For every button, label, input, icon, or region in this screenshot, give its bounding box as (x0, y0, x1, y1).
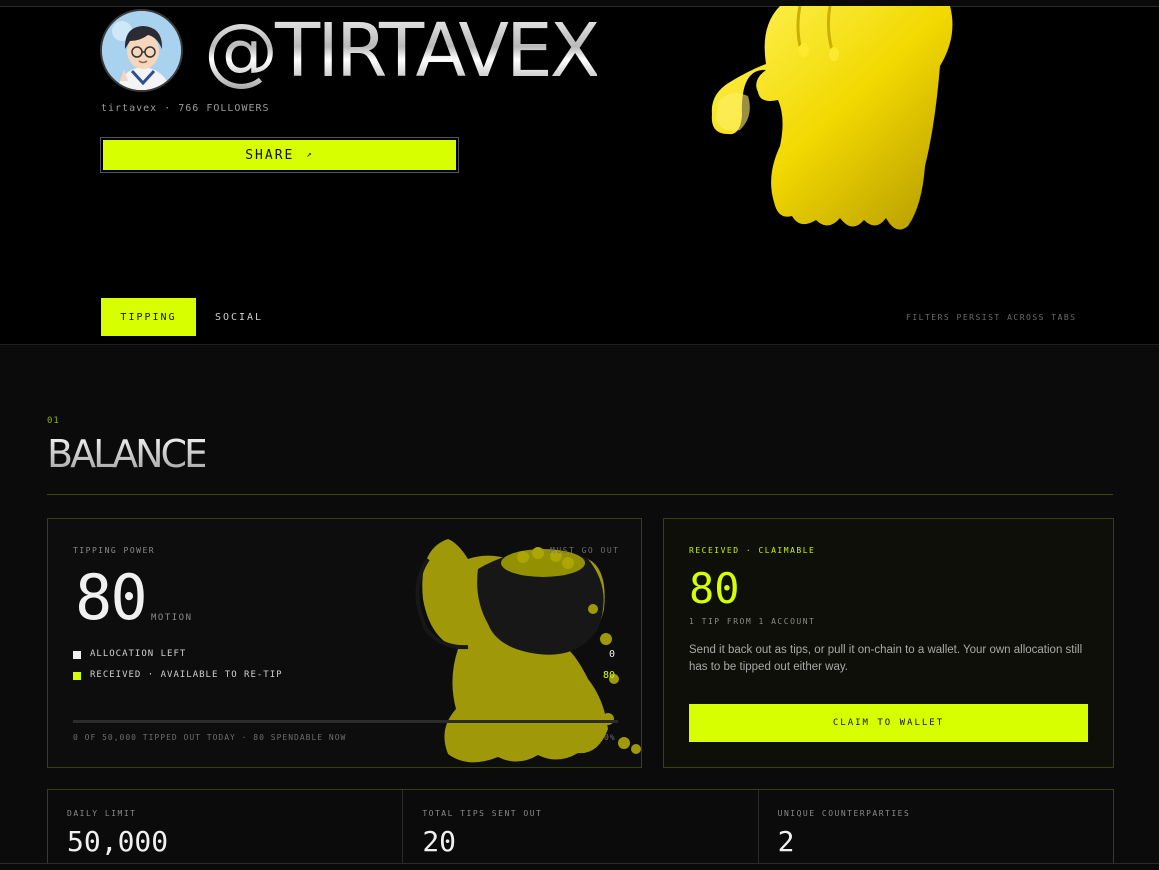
stat-daily-limit: DAILY LIMIT 50,000 (48, 790, 404, 870)
tipping-power-label: TIPPING POWER (73, 546, 156, 555)
claimable-sub: 1 TIP FROM 1 ACCOUNT (689, 617, 816, 626)
tipping-power-value: 80 (75, 561, 148, 634)
profile-meta: tirtavex · 766 FOLLOWERS (101, 103, 270, 114)
allocation-legend-swatch (73, 651, 81, 659)
stat-label: DAILY LIMIT (67, 809, 137, 818)
section-title: BALANCE (47, 432, 208, 476)
followers-count[interactable]: 766 FOLLOWERS (178, 103, 269, 114)
stat-total-tips: TOTAL TIPS SENT OUT 20 (403, 790, 759, 870)
tipping-power-unit: MOTION (151, 613, 193, 623)
section-number: 01 (47, 416, 60, 426)
claimable-label: RECEIVED · CLAIMABLE (689, 546, 816, 555)
share-label: SHARE (245, 147, 295, 163)
allocation-left-value: 0 (609, 649, 616, 660)
tipped-out-summary: 0 OF 50,000 TIPPED OUT TODAY · 80 SPENDA… (73, 733, 347, 742)
yellow-figure-illustration (711, 6, 953, 230)
tipping-power-card: TIPPING POWER MUST GO OUT 80 MOTION ALLO… (47, 518, 642, 768)
tipped-out-progress-bar (73, 720, 618, 723)
filters-note: FILTERS PERSIST ACROSS TABS (906, 313, 1077, 322)
profile-header: @TIRTAVEX tirtavex · 766 FOLLOWERS SHARE… (0, 0, 1159, 344)
claimable-value: 80 (689, 564, 740, 613)
stats-row: DAILY LIMIT 50,000 TOTAL TIPS SENT OUT 2… (47, 789, 1114, 870)
top-border (0, 0, 1159, 7)
section-divider (47, 494, 1113, 495)
meta-separator: · (164, 103, 172, 114)
claim-to-wallet-button[interactable]: CLAIM TO WALLET (689, 704, 1088, 742)
tab-tipping[interactable]: TIPPING (101, 298, 196, 336)
stat-unique-counterparties: UNIQUE COUNTERPARTIES 2 (759, 790, 1113, 870)
must-go-out-note: MUST GO OUT (550, 546, 620, 555)
avatar-illustration (102, 11, 181, 90)
bottom-border (0, 863, 1159, 870)
stat-label: TOTAL TIPS SENT OUT (422, 809, 543, 818)
share-button-frame: SHARE ↗ (100, 137, 459, 173)
stat-value: 20 (422, 825, 457, 858)
received-legend-swatch (73, 672, 81, 680)
stat-label: UNIQUE COUNTERPARTIES (777, 809, 911, 818)
stat-value: 50,000 (67, 825, 169, 858)
profile-handle: @TIRTAVEX (204, 8, 600, 94)
share-button[interactable]: SHARE ↗ (103, 140, 456, 170)
received-value: 80 (603, 670, 616, 681)
claimable-card: RECEIVED · CLAIMABLE 80 1 TIP FROM 1 ACC… (663, 518, 1114, 768)
avatar[interactable] (100, 9, 183, 92)
arrow-up-right-icon: ↗ (306, 150, 314, 160)
received-label: RECEIVED · AVAILABLE TO RE-TIP (90, 670, 283, 680)
allocation-left-label: ALLOCATION LEFT (90, 649, 187, 659)
stat-value: 2 (777, 825, 795, 858)
tipped-out-percent: 0% (604, 733, 616, 742)
username[interactable]: tirtavex (101, 103, 157, 114)
claimable-description: Send it back out as tips, or pull it on-… (689, 644, 1083, 673)
tab-social[interactable]: SOCIAL (202, 298, 276, 336)
